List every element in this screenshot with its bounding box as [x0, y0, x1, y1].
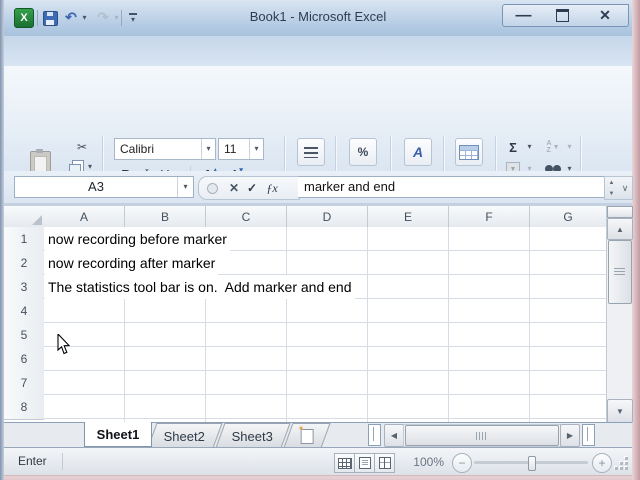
chevron-down-icon: ▾	[254, 145, 258, 153]
title-bar: X ↶ ▾ ↷ ▾ ▾ Book1 - Microsoft Excel — ✕	[4, 0, 632, 36]
column-header-d[interactable]: D	[287, 206, 368, 228]
normal-view-icon	[338, 458, 352, 469]
thumb-grip	[476, 432, 488, 440]
column-header-f[interactable]: F	[449, 206, 530, 228]
font-size-value: 11	[219, 142, 249, 156]
normal-view-button[interactable]	[334, 453, 355, 473]
scroll-right-button[interactable]: ▶	[560, 424, 580, 447]
reference-circle-icon	[207, 183, 218, 194]
row-header-5[interactable]: 5	[4, 323, 45, 348]
close-button[interactable]: ✕	[582, 4, 629, 27]
formula-bar-scroll[interactable]: ▲ ▼	[604, 176, 619, 200]
formula-bar: A3 ▾ ✕ ✓ ƒx marker and end ▲ ▼ ∨	[4, 171, 632, 206]
select-all-corner[interactable]	[4, 206, 45, 228]
insert-function-button[interactable]: ƒx	[261, 179, 283, 197]
scroll-up-button[interactable]: ▲	[607, 218, 633, 240]
cancel-entry-button[interactable]: ✕	[225, 179, 243, 197]
sheet-tab-sheet2[interactable]: Sheet2	[147, 423, 222, 448]
cell-a1[interactable]: now recording before marker	[45, 227, 230, 251]
zoom-out-button[interactable]: −	[452, 453, 472, 473]
status-bar: Enter 100% − +	[4, 447, 632, 475]
vertical-split-handle[interactable]	[607, 206, 633, 218]
page-break-view-button[interactable]	[374, 453, 395, 473]
formula-input[interactable]: marker and end	[298, 176, 607, 198]
insert-sheet-icon	[300, 429, 313, 444]
status-mode: Enter	[18, 454, 47, 468]
scroll-left-button[interactable]: ◀	[384, 424, 404, 447]
zoom-in-button[interactable]: +	[592, 453, 612, 473]
maximize-button[interactable]	[542, 4, 584, 27]
sheet3-label: Sheet3	[232, 429, 273, 444]
status-separator	[62, 453, 63, 470]
select-all-triangle	[32, 215, 42, 225]
row-header-8[interactable]: 8	[4, 395, 45, 420]
name-box-dropdown[interactable]: ▾	[177, 177, 193, 197]
align-center-icon	[304, 147, 318, 158]
column-header-e[interactable]: E	[368, 206, 449, 228]
sheet2-label: Sheet2	[164, 429, 205, 444]
row-header-3[interactable]: 3	[4, 275, 45, 300]
zoom-level-label[interactable]: 100%	[402, 455, 444, 469]
horizontal-scroll-thumb[interactable]	[405, 425, 559, 446]
column-header-c[interactable]: C	[206, 206, 287, 228]
page-layout-view-button[interactable]	[354, 453, 375, 473]
name-box-value: A3	[15, 177, 177, 197]
cells-iconbox	[455, 138, 483, 166]
tab-split-handle[interactable]	[368, 424, 381, 446]
sheet-tab-sheet3[interactable]: Sheet3	[215, 423, 290, 448]
cell-a3[interactable]: The statistics tool bar is on. Add marke…	[45, 275, 355, 299]
autosum-button[interactable]: Σ	[502, 138, 524, 156]
enter-entry-button[interactable]: ✓	[243, 179, 261, 197]
vertical-scroll-thumb[interactable]	[608, 240, 632, 304]
thumb-grip	[614, 268, 625, 276]
sheet-tab-sheet1[interactable]: Sheet1	[84, 422, 152, 447]
column-header-a[interactable]: A	[44, 206, 125, 228]
minimize-button[interactable]: —	[502, 4, 545, 27]
column-header-g[interactable]: G	[530, 206, 606, 228]
font-size-combo[interactable]: 11 ▾	[218, 138, 264, 160]
number-iconbox: %	[349, 138, 377, 166]
row-header-2[interactable]: 2	[4, 251, 45, 276]
cells-table-icon	[459, 145, 479, 160]
font-name-value: Calibri	[115, 142, 201, 156]
sort-filter-icon: AZ ▼	[547, 140, 560, 154]
sort-filter-dropdown[interactable]: ▾	[564, 138, 575, 156]
page-layout-icon	[359, 457, 371, 469]
chevron-down-icon: ▾	[183, 183, 187, 191]
column-header-b[interactable]: B	[125, 206, 206, 228]
scroll-down-button[interactable]: ▼	[607, 399, 633, 423]
font-name-dropdown[interactable]: ▾	[201, 139, 215, 159]
tab-split-handle-right[interactable]	[582, 424, 595, 446]
resize-grip[interactable]	[614, 456, 628, 470]
expand-formula-bar-button[interactable]: ∨	[618, 176, 633, 200]
row-header-4[interactable]: 4	[4, 299, 45, 324]
window-border-right	[632, 0, 640, 480]
maximize-icon	[556, 9, 569, 22]
ribbon: Paste ▾ ✂ ▾ Clipboard Calibri ▾ 11 ▾ B I…	[4, 66, 632, 172]
scroll-down-icon: ▼	[605, 188, 618, 199]
excel-window: X ↶ ▾ ↷ ▾ ▾ Book1 - Microsoft Excel — ✕ …	[0, 0, 640, 480]
row-header-1[interactable]: 1	[4, 227, 45, 252]
autosum-dropdown[interactable]: ▾	[524, 138, 535, 156]
font-name-combo[interactable]: Calibri ▾	[114, 138, 216, 160]
chevron-down-icon: ▾	[206, 145, 210, 153]
zoom-slider-handle[interactable]	[528, 456, 536, 471]
alignment-iconbox	[297, 138, 325, 166]
ribbon-tab-row: File Home Insert Page Layout Formulas Da…	[4, 36, 632, 66]
row-header-6[interactable]: 6	[4, 347, 45, 372]
scroll-up-icon: ▲	[605, 177, 618, 188]
formula-buttons: ✕ ✓ ƒx	[198, 176, 300, 200]
styles-iconbox: A	[404, 138, 432, 166]
cut-button[interactable]: ✂	[68, 138, 96, 156]
chevron-down-icon: ▾	[88, 163, 92, 171]
cell-a2[interactable]: now recording after marker	[45, 251, 218, 275]
page-break-icon	[379, 457, 391, 469]
name-box[interactable]: A3 ▾	[14, 176, 194, 198]
row-header-7[interactable]: 7	[4, 371, 45, 396]
percent-icon: %	[358, 145, 369, 159]
sort-filter-button[interactable]: AZ ▼	[542, 138, 564, 156]
mouse-cursor	[57, 334, 71, 355]
font-size-dropdown[interactable]: ▾	[249, 139, 263, 159]
cell-styles-icon: A	[413, 144, 423, 160]
